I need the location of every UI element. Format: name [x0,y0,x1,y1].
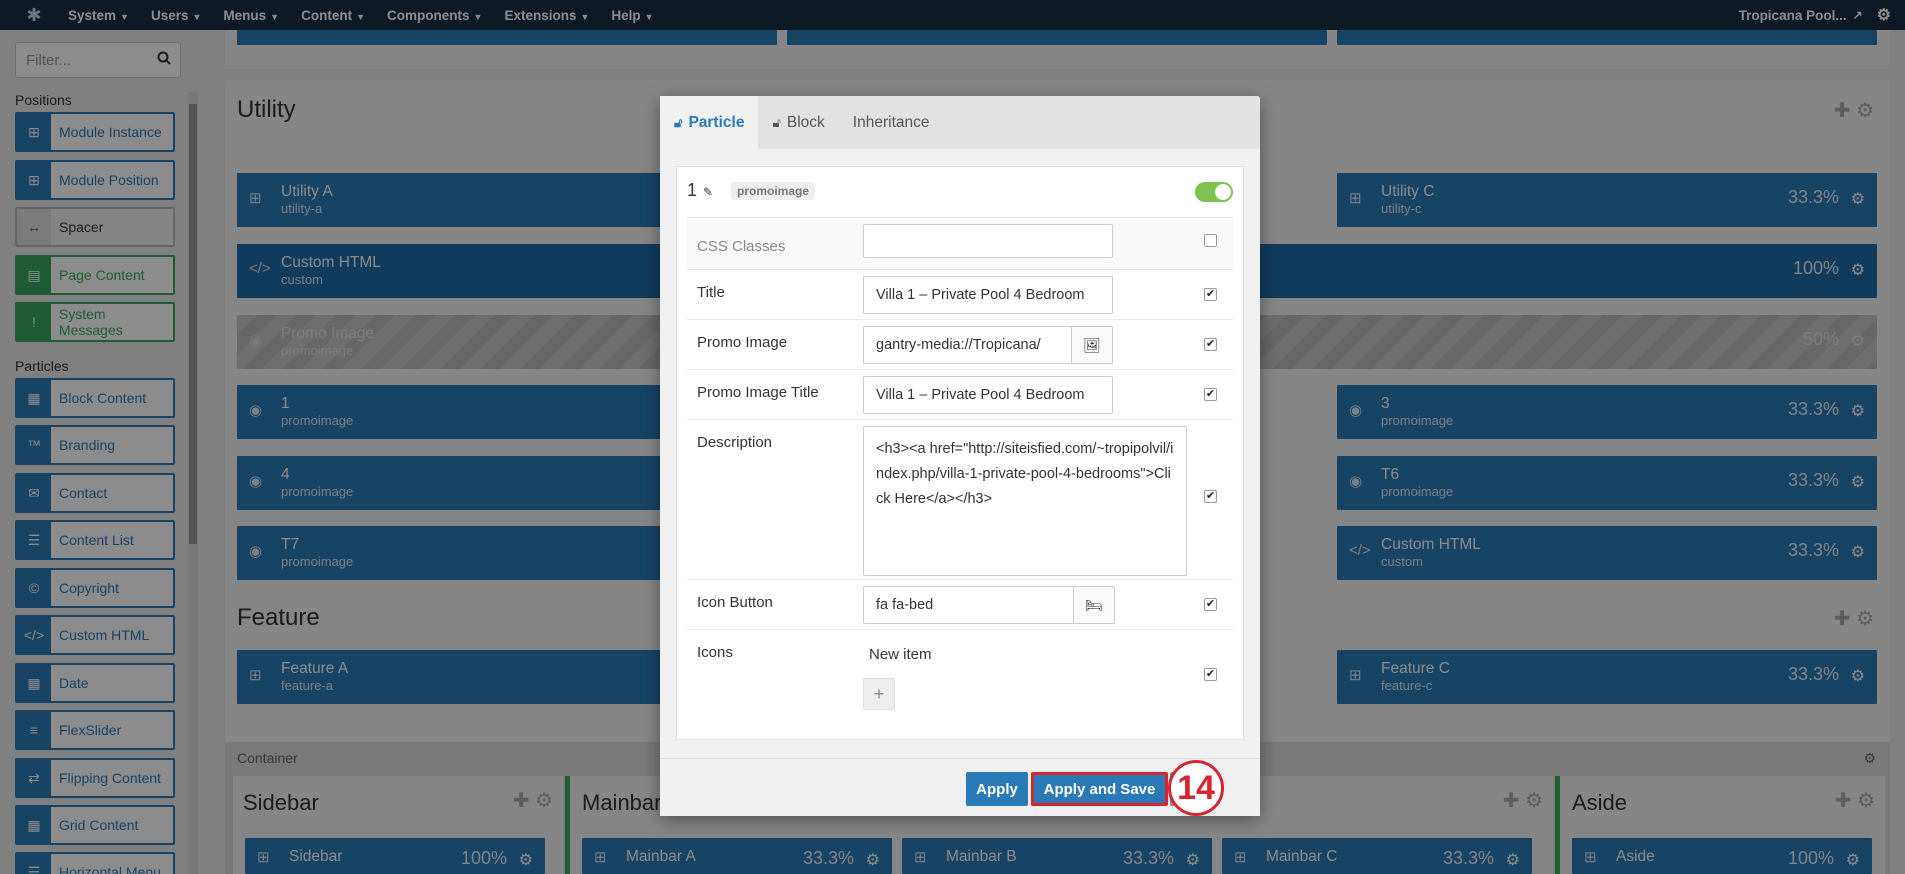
apply-button[interactable]: Apply [966,772,1028,806]
icons-override-checkbox[interactable]: ✔ [1204,668,1217,681]
unlock-icon: 🔓︎ [772,114,781,130]
image-picker-icon[interactable]: 🖼︎ [1071,326,1113,364]
field-row-css-classes: CSS Classes [687,217,1233,269]
icon-button-override-checkbox[interactable]: ✔ [1204,598,1217,611]
field-row-title: Title Villa 1 – Private Pool 4 Bedroom ✔ [687,269,1233,319]
tab-block[interactable]: 🔓︎ Block [758,96,838,149]
promo-image-title-override-checkbox[interactable]: ✔ [1204,388,1217,401]
pencil-icon[interactable]: ✎ [703,185,713,199]
title-input[interactable]: Villa 1 – Private Pool 4 Bedroom [863,276,1113,314]
icon-button-input[interactable]: fa fa-bed [863,586,1075,624]
particle-type-badge: promoimage [731,182,816,200]
field-row-promo-image: Promo Image gantry-media://Tropicana/ 🖼︎… [687,319,1233,369]
add-item-button[interactable]: + [863,678,895,710]
description-textarea[interactable]: <h3><a href="http://siteisfied.com/~trop… [863,426,1187,576]
tab-particle[interactable]: 🔓︎ Particle [660,96,759,149]
field-row-description: Description <h3><a href="http://siteisfi… [687,419,1233,579]
icons-new-item[interactable]: New item [869,646,932,663]
field-row-promo-image-title: Promo Image Title Villa 1 – Private Pool… [687,369,1233,419]
particle-settings-panel: 1 ✎ promoimage CSS Classes Title Villa 1 … [676,166,1244,740]
particle-settings-modal: 🔓︎ Particle 🔓︎ Block Inheritance 1 ✎ promoi… [660,96,1260,816]
modal-tabs: 🔓︎ Particle 🔓︎ Block Inheritance [660,96,1260,149]
css-classes-override-checkbox[interactable] [1204,234,1217,247]
field-row-icons: Icons New item + ✔ [687,629,1233,729]
tab-inheritance[interactable]: Inheritance [839,96,944,149]
css-classes-input[interactable] [863,224,1113,258]
description-override-checkbox[interactable]: ✔ [1204,490,1217,503]
enabled-toggle[interactable] [1195,182,1233,202]
bed-icon[interactable]: 🛏︎ [1073,586,1115,624]
field-row-icon-button: Icon Button fa fa-bed 🛏︎ ✔ [687,579,1233,629]
title-override-checkbox[interactable]: ✔ [1204,288,1217,301]
particle-title[interactable]: 1 ✎ [687,180,713,201]
unlock-icon: 🔓︎ [674,114,683,130]
toggle-knob [1215,184,1231,200]
promo-image-input[interactable]: gantry-media://Tropicana/ [863,326,1073,364]
step-number-badge: 14 [1168,760,1224,816]
apply-and-save-button[interactable]: Apply and Save [1031,772,1168,806]
promo-image-title-input[interactable]: Villa 1 – Private Pool 4 Bedroom [863,376,1113,414]
promo-image-override-checkbox[interactable]: ✔ [1204,338,1217,351]
